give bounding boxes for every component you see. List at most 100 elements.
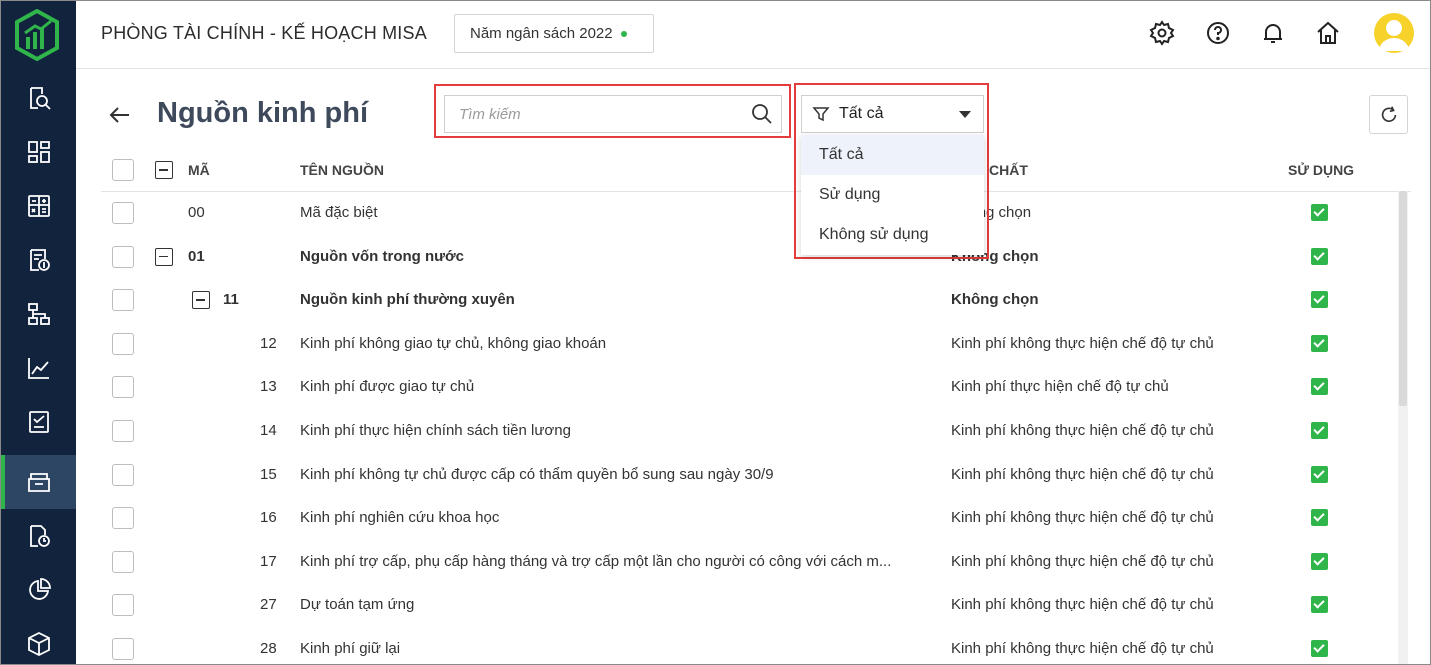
nav-search-document[interactable] bbox=[1, 71, 76, 125]
row-code: 13 bbox=[260, 378, 277, 396]
bell-icon bbox=[1264, 24, 1282, 43]
used-check-icon[interactable] bbox=[1311, 422, 1328, 439]
row-checkbox[interactable] bbox=[112, 507, 134, 530]
row-checkbox[interactable] bbox=[112, 202, 134, 224]
used-check-icon[interactable] bbox=[1311, 334, 1328, 352]
row-checkbox[interactable] bbox=[112, 376, 134, 399]
row-name: Dự toán tạm ứng bbox=[300, 596, 415, 614]
row-nature: Kinh phí không thực hiện chế độ tự chủ bbox=[951, 552, 1214, 570]
row-checkbox[interactable] bbox=[112, 245, 134, 268]
row-name: Kinh phí giữ lại bbox=[300, 640, 401, 657]
row-nature: Kinh phí không thực hiện chế độ tự chủ bbox=[951, 334, 1214, 352]
notifications-button[interactable] bbox=[1258, 18, 1288, 48]
table-row[interactable]: 11 Nguồn kinh phí thường xuyên Không chọ… bbox=[101, 278, 1396, 322]
row-name: Nguồn kinh phí thường xuyên bbox=[300, 291, 515, 309]
search-document-icon bbox=[29, 87, 51, 110]
used-check-icon[interactable] bbox=[1311, 291, 1328, 309]
refresh-button[interactable] bbox=[1369, 95, 1408, 134]
row-checkbox[interactable] bbox=[112, 638, 134, 660]
user-avatar[interactable] bbox=[1374, 13, 1414, 53]
filter-option-used[interactable]: Sử dụng bbox=[801, 175, 984, 215]
table-scrollbar[interactable] bbox=[1398, 191, 1408, 664]
row-checkbox[interactable] bbox=[112, 420, 134, 442]
row-code: 12 bbox=[260, 334, 277, 352]
table-row[interactable]: 01 Nguồn vốn trong nước Không chọn bbox=[101, 235, 1396, 279]
pie-chart-icon bbox=[28, 578, 51, 600]
used-check-icon[interactable] bbox=[1311, 378, 1328, 396]
misa-logo-icon[interactable] bbox=[13, 8, 61, 62]
budget-icon bbox=[29, 249, 50, 271]
app-title: PHÒNG TÀI CHÍNH - KẾ HOẠCH MISA bbox=[101, 23, 427, 43]
nav-folder[interactable] bbox=[1, 455, 76, 509]
filter-icon bbox=[812, 107, 830, 122]
collapse-icon[interactable] bbox=[155, 247, 173, 266]
table-row[interactable]: 14 Kinh phí thực hiện chính sách tiền lư… bbox=[101, 409, 1396, 453]
nav-chart-line[interactable] bbox=[1, 341, 76, 395]
row-name: Nguồn vốn trong nước bbox=[300, 247, 465, 265]
nav-dashboard[interactable] bbox=[1, 125, 76, 179]
status-dot-icon bbox=[620, 30, 627, 37]
help-button[interactable] bbox=[1203, 18, 1233, 48]
filter-selected-label: Tất cả bbox=[839, 105, 884, 122]
search-highlight bbox=[434, 84, 791, 138]
row-checkbox[interactable] bbox=[112, 594, 134, 617]
table-body: 00 Mã đặc biệt Không chọn 01 Nguồn vốn t… bbox=[101, 191, 1396, 664]
search-input[interactable] bbox=[445, 96, 745, 132]
header-nature[interactable]: CHẤT bbox=[989, 162, 1028, 178]
page-title: Nguồn kinh phí bbox=[157, 97, 369, 129]
back-button[interactable] bbox=[105, 101, 135, 129]
chart-line-icon bbox=[27, 358, 49, 379]
used-check-icon[interactable] bbox=[1311, 204, 1328, 221]
used-check-icon[interactable] bbox=[1311, 640, 1328, 657]
table-row[interactable]: 27 Dự toán tạm ứng Kinh phí không thực h… bbox=[101, 583, 1396, 627]
app-window: PHÒNG TÀI CHÍNH - KẾ HOẠCH MISA Năm ngân… bbox=[0, 0, 1431, 665]
row-nature: Kinh phí không thực hiện chế độ tự chủ bbox=[951, 640, 1214, 657]
top-bar: PHÒNG TÀI CHÍNH - KẾ HOẠCH MISA Năm ngân… bbox=[76, 1, 1430, 69]
search-icon[interactable] bbox=[751, 103, 773, 125]
table-row[interactable]: 16 Kinh phí nghiên cứu khoa học Kinh phí… bbox=[101, 496, 1396, 540]
row-checkbox[interactable] bbox=[112, 463, 134, 486]
used-check-icon[interactable] bbox=[1311, 465, 1328, 483]
row-nature: Kinh phí không thực hiện chế độ tự chủ bbox=[951, 596, 1214, 614]
table-row[interactable]: 13 Kinh phí được giao tự chủ Kinh phí th… bbox=[101, 365, 1396, 409]
select-all-checkbox[interactable] bbox=[112, 159, 134, 181]
row-name: Kinh phí không tự chủ được cấp có thẩm q… bbox=[300, 465, 774, 483]
used-check-icon[interactable] bbox=[1311, 552, 1328, 570]
header-code[interactable]: MÃ bbox=[188, 162, 210, 178]
row-code: 11 bbox=[223, 291, 239, 309]
collapse-icon[interactable] bbox=[192, 291, 210, 310]
row-name: Kinh phí trợ cấp, phụ cấp hàng tháng và … bbox=[300, 552, 892, 570]
row-code: 15 bbox=[260, 465, 277, 483]
header-name[interactable]: TÊN NGUỒN bbox=[300, 162, 384, 178]
row-name: Kinh phí thực hiện chính sách tiền lương bbox=[300, 422, 571, 439]
nav-calculator[interactable] bbox=[1, 179, 76, 233]
nav-pie-chart[interactable] bbox=[1, 563, 76, 617]
filter-option-all[interactable]: Tất cả bbox=[801, 135, 984, 175]
home-button[interactable] bbox=[1313, 18, 1343, 48]
table-row[interactable]: 17 Kinh phí trợ cấp, phụ cấp hàng tháng … bbox=[101, 540, 1396, 584]
collapse-all-icon[interactable] bbox=[155, 161, 173, 179]
table-row[interactable]: 00 Mã đặc biệt Không chọn bbox=[101, 191, 1396, 235]
table-row[interactable]: 28 Kinh phí giữ lại Kinh phí không thực … bbox=[101, 627, 1396, 664]
used-check-icon[interactable] bbox=[1311, 247, 1328, 265]
filter-option-unused[interactable]: Không sử dụng bbox=[801, 215, 984, 255]
header-used[interactable]: SỬ DỤNG bbox=[1288, 162, 1354, 178]
budget-year-selector[interactable]: Năm ngân sách 2022 bbox=[454, 14, 654, 53]
used-check-icon[interactable] bbox=[1311, 596, 1328, 614]
scrollbar-thumb[interactable] bbox=[1399, 191, 1407, 406]
row-checkbox[interactable] bbox=[112, 550, 134, 573]
used-check-icon[interactable] bbox=[1311, 509, 1328, 527]
nav-document-clock[interactable] bbox=[1, 509, 76, 563]
nav-budget[interactable] bbox=[1, 233, 76, 287]
table-row[interactable]: 12 Kinh phí không giao tự chủ, không gia… bbox=[101, 322, 1396, 366]
row-checkbox[interactable] bbox=[112, 332, 134, 355]
filter-select[interactable]: Tất cả bbox=[801, 95, 984, 133]
search-box bbox=[444, 95, 782, 133]
nav-box[interactable] bbox=[1, 617, 76, 664]
gear-icon bbox=[1149, 20, 1175, 46]
row-checkbox[interactable] bbox=[112, 289, 134, 312]
table-row[interactable]: 15 Kinh phí không tự chủ được cấp có thẩ… bbox=[101, 453, 1396, 497]
nav-org-chart[interactable] bbox=[1, 287, 76, 341]
nav-report[interactable] bbox=[1, 395, 76, 449]
settings-button[interactable] bbox=[1147, 18, 1177, 48]
